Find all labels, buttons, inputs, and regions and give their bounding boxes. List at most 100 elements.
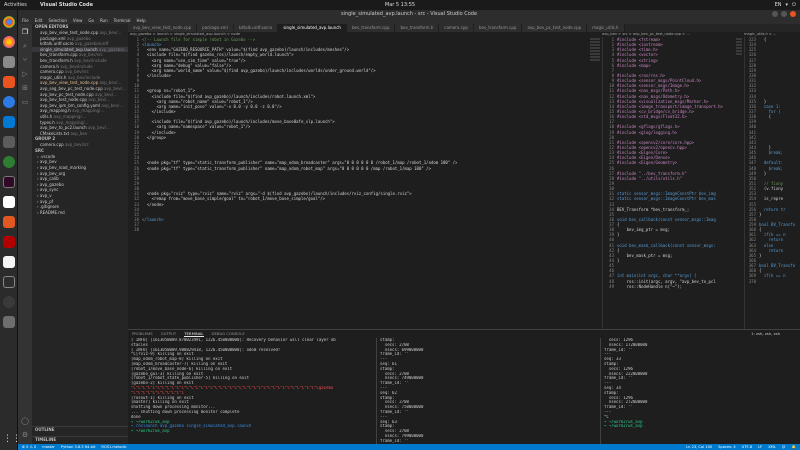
ubuntu-dock: ⋮⋮	[0, 10, 21, 450]
cursor-position[interactable]: Ln 23, Col 100	[686, 444, 712, 450]
account-icon[interactable]: ◯	[20, 416, 30, 426]
python-interpreter[interactable]: Python 3.8.5 64-bit	[61, 444, 95, 450]
editor-header-file[interactable]: 323 {324 325 326 327 328 329 330 331 332…	[744, 37, 800, 329]
maximize-icon[interactable]	[781, 11, 787, 17]
line-text: </include>	[142, 108, 176, 114]
editor-tab[interactable]: kdtalk.urdf.xacro	[233, 24, 279, 32]
line-text: </include>	[142, 72, 171, 78]
run-debug-icon[interactable]: ▷	[20, 69, 30, 79]
file-path: avp_gazebo/urdf	[74, 41, 109, 47]
help-icon[interactable]	[3, 96, 15, 108]
editor-tab[interactable]: bev_transform.h	[395, 24, 440, 32]
editor-launch-file[interactable]: 1 <!-- Launch file for simple robot in Ga…	[128, 37, 588, 329]
remote-explorer-icon[interactable]: ▭	[20, 97, 30, 107]
file-path: avp_gazebo/...	[98, 46, 128, 52]
timeline-section[interactable]: TIMELINE	[32, 436, 128, 442]
encoding[interactable]: UTF-8	[742, 444, 752, 450]
terminal-shell-selector[interactable]: 1: zsh, zsh, zsh	[751, 330, 780, 337]
line-text: </launch>	[142, 216, 164, 222]
system-clock[interactable]: Mar 5 13:55	[0, 2, 800, 8]
folder-name: avp_bev_road_marking	[39, 165, 87, 171]
terminal-icon[interactable]	[3, 176, 15, 188]
editor-tab[interactable]: bev_transform.cpp	[473, 24, 523, 32]
folder-item[interactable]: › README.md	[32, 210, 128, 216]
file-path: avp_bev/include	[60, 63, 93, 69]
close-icon[interactable]	[790, 11, 796, 17]
minimap-launch[interactable]	[588, 37, 602, 329]
editor-tab[interactable]: camera.cpp	[439, 24, 474, 32]
files-icon[interactable]	[3, 56, 15, 68]
ros-version[interactable]: ROS1.melodic	[101, 444, 126, 450]
search-icon[interactable]: ⌕	[20, 41, 30, 51]
folder-name: avp_calib	[39, 176, 59, 182]
line-text: #include <glog/logging.h>	[617, 129, 678, 135]
file-path: avp_bev/...	[94, 91, 117, 97]
notifications-icon[interactable]: 🔔	[792, 444, 796, 450]
folder-name: avp_bev_org	[39, 170, 66, 176]
tray-menu-icon[interactable]: ▾	[786, 2, 789, 8]
panel-tab[interactable]: TERMINAL	[184, 330, 204, 337]
line-text: return tr	[759, 206, 786, 212]
feedback-icon[interactable]: ☺	[782, 444, 786, 450]
browser-icon[interactable]	[3, 296, 15, 308]
chrome-icon[interactable]	[3, 16, 15, 28]
extensions-icon[interactable]: ⊞	[20, 83, 30, 93]
editor-tab[interactable]: avp_bev_view_test_node.cpp	[128, 24, 198, 32]
line-text: ros::NodeHandle n("~");	[617, 283, 683, 289]
editor-tab[interactable]: magic_utils.h	[587, 24, 625, 32]
editor-tab[interactable]: single_simulated_avp.launch	[278, 24, 347, 32]
file-path: avp_bev/...	[99, 80, 122, 86]
window-title-bar[interactable]: single_simulated_avp.launch - src - Visu…	[18, 10, 800, 18]
app-icon[interactable]	[3, 136, 15, 148]
editor-cpp-file[interactable]: 1 #include <fstream> 2 #include <iostream> 3…	[602, 37, 734, 329]
editor-tab[interactable]: bev_transform.cpp	[346, 24, 396, 32]
editor-tab[interactable]: avp_bev_pc_test_node.cpp	[522, 24, 588, 32]
file-path: avp_mapping/...	[56, 119, 89, 125]
file-path: avp_bev/...	[99, 30, 122, 35]
vscode-icon[interactable]	[3, 116, 15, 128]
outline-section[interactable]: OUTLINE	[32, 426, 128, 432]
trash-icon[interactable]	[3, 316, 15, 328]
office-icon[interactable]	[3, 196, 15, 208]
terminal-icon-2[interactable]	[3, 276, 15, 288]
line-text: }	[617, 232, 620, 238]
source-control-icon[interactable]: ⑂	[20, 55, 30, 65]
software-center-icon[interactable]	[3, 76, 15, 88]
problems-indicator[interactable]: ⊗ 0 ⚠ 0	[22, 444, 36, 450]
terminal-pane-1[interactable]: [ INFO] [1613050089.878023491, 1226.4500…	[128, 338, 376, 445]
panel-tab[interactable]: OUTPUT	[161, 330, 176, 337]
settings-gear-icon[interactable]: ⚙	[20, 430, 30, 440]
explorer-icon[interactable]: ❐	[20, 27, 30, 37]
orange-app-icon[interactable]	[3, 216, 15, 228]
line-text: void bev_callback(const sensor_msgs::Ima…	[617, 216, 716, 222]
terminal-pane-3[interactable]: secs: 1296 nsecs: 172000000 frame_id: '' -…	[600, 338, 800, 445]
file-path: avp_mapping/...	[72, 108, 105, 114]
terminal-pane-2[interactable]: stamp: secs: 2708 nsecs: 699000000 frame_…	[376, 338, 600, 445]
panel-tab[interactable]: DEBUG CONSOLE	[212, 330, 245, 337]
file-name: avp_bev_to_pc2.launch	[40, 125, 87, 131]
line-ending[interactable]: LF	[758, 444, 762, 450]
indentation[interactable]: Spaces: 4	[718, 444, 735, 450]
minimize-icon[interactable]	[772, 11, 778, 17]
terminal-line: → ~/work2/ws_avp	[131, 429, 170, 434]
line-text: </node>	[142, 201, 164, 207]
editor-tab[interactable]: package.xml	[197, 24, 234, 32]
power-icon[interactable]: ⏻	[792, 2, 796, 8]
folder-name: avp_pf	[39, 198, 54, 204]
line-number: 370	[748, 278, 756, 284]
system-tray[interactable]: EN ▾ ⏻	[775, 2, 796, 8]
file-name: camera.h	[40, 63, 59, 69]
input-source-indicator[interactable]: EN	[775, 2, 782, 8]
editor-tabs: avp_bev_view_test_node.cpp package.xml kdt…	[128, 24, 800, 32]
text-editor-icon[interactable]	[3, 256, 15, 268]
bottom-panel: PROBLEMS OUTPUT TERMINAL DEBUG CONSOLE 1: z…	[128, 329, 800, 445]
minimap-cpp[interactable]	[734, 37, 744, 329]
folder-name: avp_v	[39, 193, 52, 199]
git-branch-indicator[interactable]: master	[42, 444, 55, 450]
language-mode[interactable]: XML	[768, 444, 776, 450]
panel-tab[interactable]: PROBLEMS	[132, 330, 153, 337]
firefox-icon[interactable]	[3, 36, 15, 48]
filezilla-icon[interactable]	[3, 236, 15, 248]
show-applications-icon[interactable]: ⋮⋮	[3, 433, 21, 445]
green-app-icon[interactable]	[3, 156, 15, 168]
